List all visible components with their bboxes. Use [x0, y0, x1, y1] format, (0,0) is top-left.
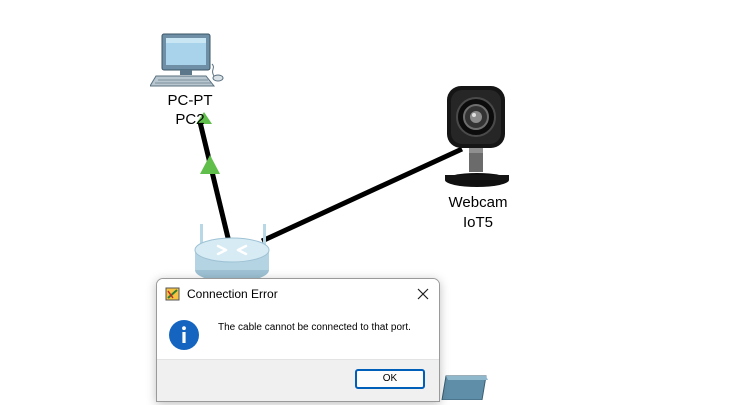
info-icon	[169, 320, 199, 350]
pc-name-label: PC2	[175, 111, 205, 128]
ok-button[interactable]: OK	[355, 369, 425, 389]
packet-tracer-app-icon	[165, 287, 180, 301]
link-status-light-router-end	[200, 155, 220, 174]
dialog-message: The cable cannot be connected to that po…	[218, 322, 411, 333]
dialog-body: The cable cannot be connected to that po…	[157, 309, 439, 359]
router-device[interactable]	[192, 220, 272, 282]
dialog-close-button[interactable]	[407, 279, 439, 309]
dialog-title: Connection Error	[187, 287, 278, 301]
dialog-titlebar[interactable]: Connection Error	[157, 279, 439, 309]
webcam-icon	[445, 86, 509, 187]
router-icon	[194, 224, 270, 282]
pc-type-label: PC-PT	[167, 92, 213, 109]
network-workspace[interactable]: PC-PT PC2 Webcam IoT5 Connection Error T…	[0, 0, 734, 402]
dialog-footer: OK	[157, 359, 439, 401]
close-icon	[417, 288, 429, 300]
webcam-name-label: IoT5	[462, 214, 493, 231]
connection-error-dialog: Connection Error The cable cannot be con…	[156, 278, 440, 402]
pc-icon	[149, 33, 224, 87]
webcam-type-label: Webcam	[448, 194, 508, 211]
pc-device[interactable]	[149, 30, 226, 90]
webcam-device[interactable]	[443, 84, 511, 190]
device-icon	[441, 375, 488, 401]
cable-iot5-router[interactable]	[260, 146, 464, 244]
bottom-device[interactable]	[436, 372, 492, 401]
